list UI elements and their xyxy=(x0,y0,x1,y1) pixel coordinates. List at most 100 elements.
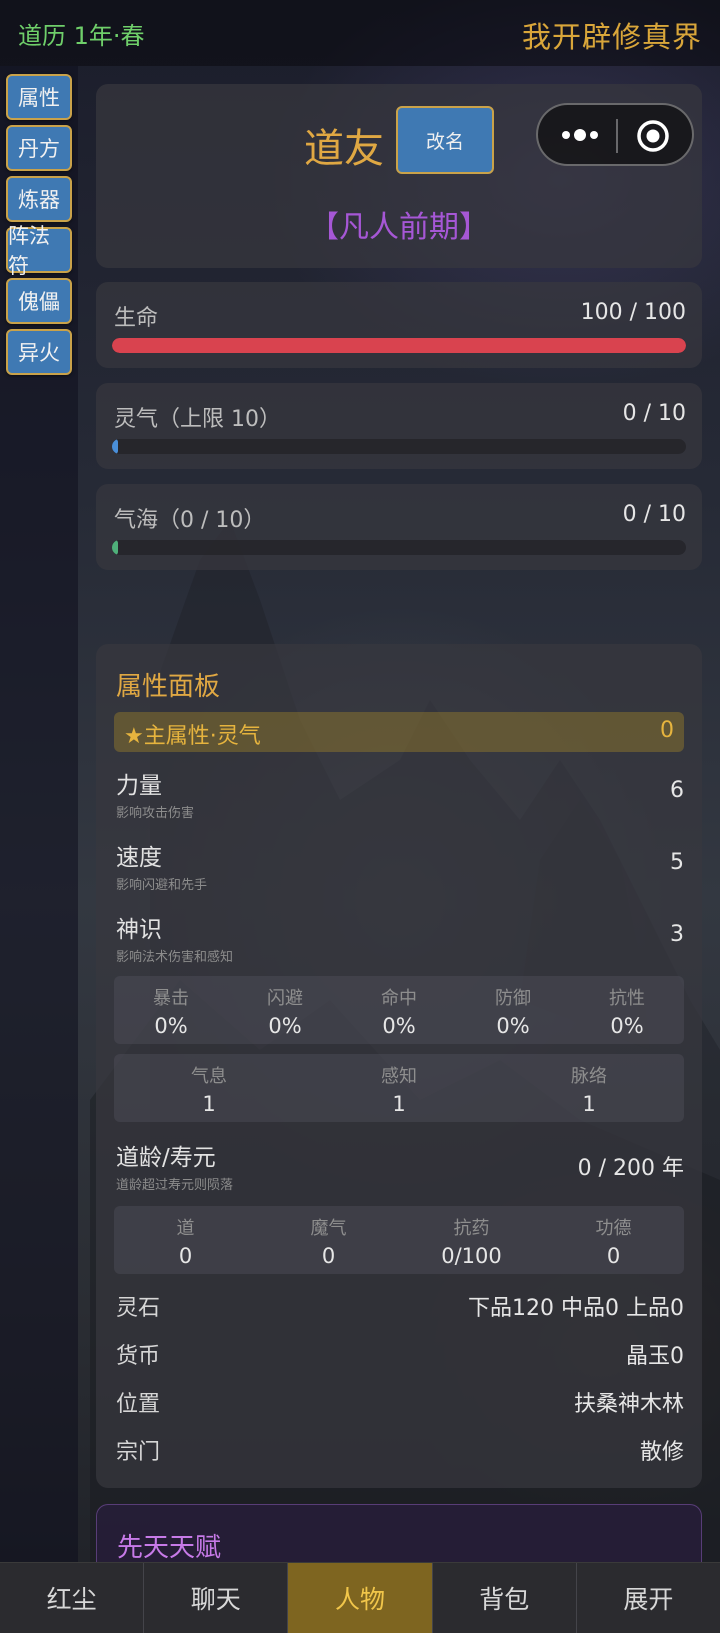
attribute-value: 3 xyxy=(670,922,684,947)
stat-key: 防御 xyxy=(495,988,531,1009)
side-menu-formations[interactable]: 阵法符 xyxy=(6,224,72,278)
combat-stat-dodge: 闪避 0% xyxy=(228,984,342,1038)
info-value: 散修 xyxy=(639,1440,684,1465)
stat-key: 气息 xyxy=(191,1066,227,1087)
info-key: 宗门 xyxy=(116,1440,161,1465)
stat-value: 0% xyxy=(154,1014,188,1038)
karma-stat-merit: 功德 0 xyxy=(543,1214,684,1268)
game-title: 我开辟修真界 xyxy=(521,20,702,54)
info-key: 位置 xyxy=(116,1392,161,1417)
side-menu-recipes[interactable]: 丹方 xyxy=(6,125,72,171)
info-value: 晶玉0 xyxy=(626,1344,684,1369)
stat-value: 0% xyxy=(268,1014,302,1038)
lifespan-value: 0 / 200 年 xyxy=(577,1156,684,1181)
main-attribute-label: ★主属性·灵气 xyxy=(124,724,261,749)
info-row-location: 位置 扶桑神木林 xyxy=(116,1386,684,1418)
stat-key: 闪避 xyxy=(267,988,303,1009)
stat-value: 0 xyxy=(321,1244,336,1268)
stat-key: 魔气 xyxy=(310,1218,347,1239)
attribute-value: 6 xyxy=(670,778,684,803)
attribute-row-speed: 速度 影响闪避和先手 5 xyxy=(116,838,684,893)
stat-key: 命中 xyxy=(381,988,417,1009)
tab-chat[interactable]: 聊天 xyxy=(144,1563,289,1633)
hp-label: 生命 xyxy=(114,306,159,331)
qi-sea-card: 气海（0 / 10） 0 / 10 xyxy=(96,484,702,570)
info-value: 扶桑神木林 xyxy=(573,1392,684,1417)
info-key: 货币 xyxy=(116,1344,161,1369)
attribute-desc: 影响攻击伤害 xyxy=(116,806,195,821)
hp-value: 100 / 100 xyxy=(580,300,686,325)
spirit-qi-bar xyxy=(112,439,686,454)
stat-key: 抗性 xyxy=(609,988,645,1009)
attribute-name: 神识 xyxy=(116,917,162,943)
stat-value: 1 xyxy=(582,1092,596,1116)
cultivation-realm: 【凡人前期】 xyxy=(309,210,489,245)
attribute-name: 力量 xyxy=(116,773,162,799)
stat-value: 1 xyxy=(202,1092,216,1116)
tab-expand[interactable]: 展开 xyxy=(576,1563,720,1633)
side-menu-strange-fire[interactable]: 异火 xyxy=(6,329,72,375)
combat-stat-hit: 命中 0% xyxy=(342,984,456,1038)
attribute-name: 速度 xyxy=(116,845,162,871)
karma-stat-drug-resistance: 抗药 0/100 xyxy=(400,1214,543,1268)
combat-stat-defense: 防御 0% xyxy=(456,984,570,1038)
stat-key: 抗药 xyxy=(453,1218,490,1239)
stat-key: 脉络 xyxy=(571,1066,607,1087)
tab-mortal-world[interactable]: 红尘 xyxy=(0,1563,145,1633)
hp-bar xyxy=(112,338,686,353)
info-row-currency: 货币 晶玉0 xyxy=(116,1338,684,1370)
tab-backpack[interactable]: 背包 xyxy=(432,1563,577,1633)
side-menu-puppets[interactable]: 傀儡 xyxy=(6,278,72,324)
stat-value: 0% xyxy=(496,1014,530,1038)
stat-key: 道 xyxy=(176,1218,195,1239)
spirit-qi-label: 灵气（上限 10） xyxy=(114,407,281,432)
qi-sea-value: 0 / 10 xyxy=(622,502,686,527)
stat-value: 0% xyxy=(610,1014,644,1038)
info-row-spirit-stones: 灵石 下品120 中品0 上品0 xyxy=(116,1290,684,1322)
hp-bar-fill xyxy=(112,338,686,353)
rename-button[interactable]: 改名 xyxy=(396,106,494,174)
sub-stat-perception: 感知 1 xyxy=(304,1062,494,1116)
sub-stats-grid: 气息 1 感知 1 脉络 1 xyxy=(114,1054,684,1122)
tab-character[interactable]: 人物 xyxy=(288,1563,433,1633)
karma-stat-dao: 道 0 xyxy=(114,1214,257,1268)
stat-value: 1 xyxy=(392,1092,406,1116)
info-key: 灵石 xyxy=(116,1296,161,1321)
qi-sea-bar-fill xyxy=(112,540,118,555)
spirit-qi-card: 灵气（上限 10） 0 / 10 xyxy=(96,383,702,469)
calendar-date: 道历 1年·春 xyxy=(18,22,145,50)
lifespan-row: 道龄/寿元 道龄超过寿元则陨落 0 / 200 年 xyxy=(116,1138,684,1193)
attribute-row-divine-sense: 神识 影响法术伤害和感知 3 xyxy=(116,910,684,965)
more-icon[interactable] xyxy=(560,123,600,147)
stat-key: 暴击 xyxy=(153,988,189,1009)
attribute-row-strength: 力量 影响攻击伤害 6 xyxy=(116,766,684,821)
capsule-divider xyxy=(616,119,618,153)
info-value: 下品120 中品0 上品0 xyxy=(468,1296,684,1321)
karma-stat-demonic-qi: 魔气 0 xyxy=(257,1214,400,1268)
stat-key: 功德 xyxy=(595,1218,632,1239)
attribute-value: 5 xyxy=(670,850,684,875)
attribute-desc: 影响闪避和先手 xyxy=(116,878,208,893)
spirit-qi-value: 0 / 10 xyxy=(622,401,686,426)
side-menu-forging[interactable]: 炼器 xyxy=(6,176,72,222)
combat-stat-resistance: 抗性 0% xyxy=(570,984,684,1038)
talent-title: 先天天赋 xyxy=(117,1533,222,1563)
main-attribute-value: 0 xyxy=(660,718,674,743)
attribute-desc: 影响法术伤害和感知 xyxy=(116,950,234,965)
stat-value: 0/100 xyxy=(441,1244,502,1268)
attribute-panel-title: 属性面板 xyxy=(116,672,221,702)
close-target-icon[interactable] xyxy=(636,119,670,153)
stat-key: 感知 xyxy=(381,1066,417,1087)
side-menu-attributes[interactable]: 属性 xyxy=(6,74,72,120)
qi-sea-label: 气海（0 / 10） xyxy=(114,508,266,533)
sub-stat-meridians: 脉络 1 xyxy=(494,1062,684,1116)
spirit-qi-bar-fill xyxy=(112,439,118,454)
sub-stat-breath: 气息 1 xyxy=(114,1062,304,1116)
top-bar: 道历 1年·春 我开辟修真界 xyxy=(0,0,720,66)
bottom-nav: 红尘 聊天 人物 背包 展开 xyxy=(0,1562,720,1633)
main-attribute-row: ★主属性·灵气 0 xyxy=(114,712,684,752)
combat-stats-grid: 暴击 0% 闪避 0% 命中 0% 防御 0% 抗性 0% xyxy=(114,976,684,1044)
combat-stat-crit: 暴击 0% xyxy=(114,984,228,1038)
stat-value: 0% xyxy=(382,1014,416,1038)
stat-value: 0 xyxy=(178,1244,193,1268)
